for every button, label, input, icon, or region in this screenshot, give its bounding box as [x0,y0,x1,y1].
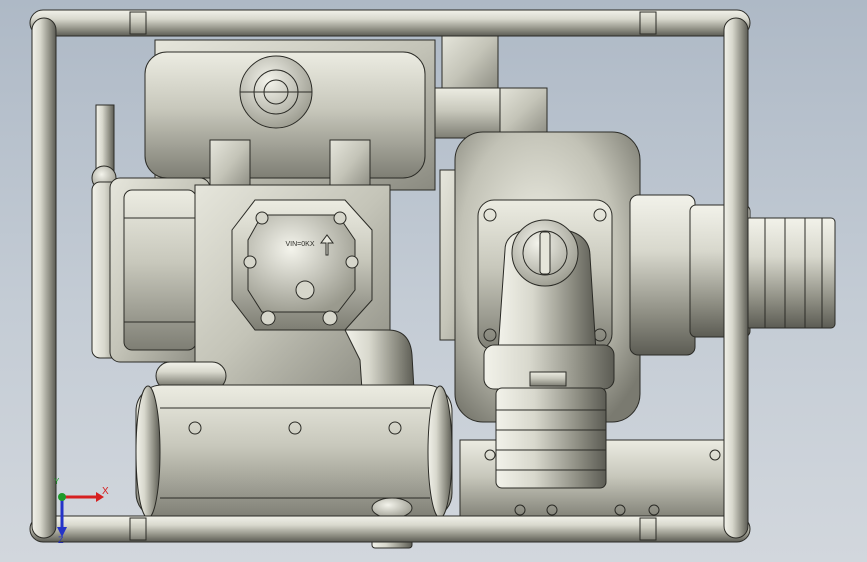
y-axis-label: Y [54,477,60,486]
cad-viewport[interactable]: VIN=0KX X Y Z [0,0,867,562]
frame-right-tube [723,17,749,539]
hinge-right [329,139,371,191]
pump-model-view[interactable]: VIN=0KX [0,0,867,562]
engine-decal: VIN=0KX [286,241,315,248]
x-axis-label: X [102,486,109,497]
z-axis-label: Z [58,535,64,545]
discharge-port [495,387,607,489]
coordinate-triad: X Y Z [52,477,112,545]
rear-plate [494,87,548,139]
outlet-housing [629,194,696,356]
frame-left-tube [31,17,57,539]
y-axis-dot [58,493,66,501]
hinge-left [209,139,251,191]
rear-bracket [441,32,499,94]
muffler [135,384,453,520]
pump-assembly: VIN=0KX [29,9,836,549]
